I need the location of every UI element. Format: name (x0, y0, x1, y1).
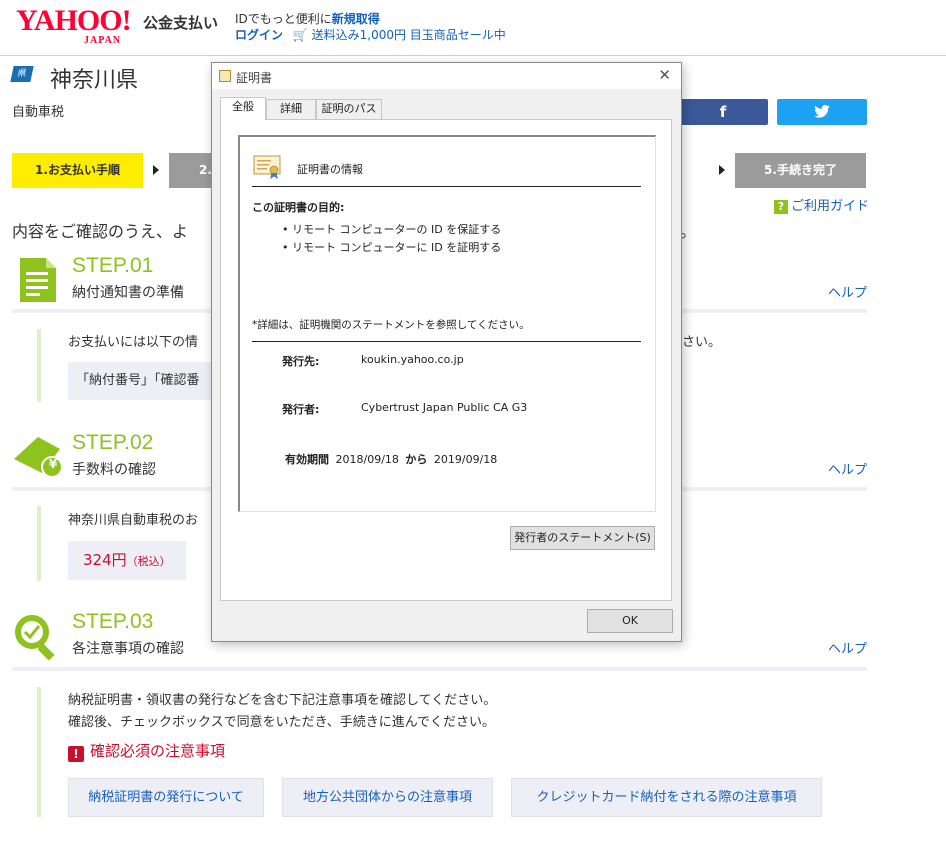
dialog-titlebar[interactable]: 証明書 ✕ (212, 63, 681, 89)
sale-link[interactable]: 送料込み1,000円 目玉商品セール中 (312, 28, 506, 42)
certificate-icon (253, 155, 281, 179)
intro-text: 内容をご確認のうえ、よ (12, 222, 189, 241)
exclamation-icon: ! (68, 746, 84, 762)
step-1-payment-procedure: 1.お支払い手順 (12, 153, 143, 188)
step01-text-tail: さい。 (682, 335, 722, 350)
step01-number: STEP.01 (72, 254, 154, 277)
required-notice-heading: ! 確認必須の注意事項 (68, 740, 225, 762)
credit-card-notice-button[interactable]: クレジットカード納付をされる際の注意事項 (511, 778, 822, 817)
magnifier-icon (15, 615, 55, 661)
twitter-share-button[interactable] (777, 99, 867, 125)
step01-help-link[interactable]: ヘルプ (828, 282, 867, 301)
statement-note: *詳細は、証明機関のステートメントを参照してください。 (252, 319, 530, 331)
ok-button[interactable]: OK (587, 609, 673, 633)
local-government-notice-button[interactable]: 地方公共団体からの注意事項 (282, 778, 493, 817)
logo-text: YAHOO! (16, 4, 132, 37)
step03-number: STEP.03 (72, 610, 154, 633)
cart-icon: 🛒 (292, 28, 308, 42)
step02-text: 神奈川県自動車税のお (68, 513, 199, 528)
issued-by-label: 発行者: (282, 403, 320, 416)
step01-info-box: 「納付番号」「確認番 (68, 362, 218, 400)
step03-divider (12, 667, 867, 671)
valid-from: 2018/09/18 (335, 453, 399, 466)
signup-link[interactable]: 新規取得 (332, 12, 380, 26)
step03-help-link[interactable]: ヘルプ (828, 638, 867, 657)
signup-promo: IDでもっと便利に新規取得 (235, 10, 380, 27)
step01-side-bar (37, 329, 41, 402)
yen-icon: ¥ (48, 457, 58, 471)
dialog-title: 証明書 (236, 71, 273, 85)
tax-name: 自動車税 (12, 105, 65, 120)
issued-to-value: koukin.yahoo.co.jp (361, 353, 464, 366)
note-divider (252, 341, 641, 342)
service-name[interactable]: 公金支払い (143, 12, 218, 33)
site-header: YAHOO! JAPAN 公金支払い IDでもっと便利に新規取得 ログイン 🛒 … (0, 0, 946, 56)
tax-certificate-notice-button[interactable]: 納税証明書の発行について (68, 778, 264, 817)
step02-side-bar (37, 506, 41, 581)
validity-period: 有効期間 2018/09/18 から 2019/09/18 (285, 451, 500, 467)
step-5-complete: 5.手続き完了 (735, 153, 866, 188)
issued-by-value: Cybertrust Japan Public CA G3 (361, 401, 528, 414)
tab-certification-path[interactable]: 証明のパス (316, 99, 382, 119)
usage-guide-link[interactable]: ? ご利用ガイド (774, 195, 869, 214)
fee-amount-box: 324円（税込） (68, 541, 186, 580)
step02-number: STEP.02 (72, 431, 154, 454)
step03-label: 各注意事項の確認 (72, 641, 184, 657)
yahoo-japan-logo[interactable]: YAHOO! JAPAN (16, 4, 140, 47)
valid-from-to-word: から (405, 453, 428, 466)
step03-text-line1: 納税証明書・領収書の発行などを含む下記注意事項を確認してください。 (68, 693, 497, 708)
fee-tax-note: （税込） (126, 555, 171, 568)
twitter-icon (814, 104, 830, 118)
general-tab-panel: 証明書の情報 この証明書の目的: • リモート コンピューターの ID を保証す… (220, 119, 672, 601)
signup-promo-text: IDでもっと便利に (235, 12, 332, 26)
step01-label: 納付通知書の準備 (72, 285, 184, 301)
valid-to: 2019/09/18 (433, 453, 498, 466)
issued-to-label: 発行先: (282, 355, 320, 368)
step03-text-line2: 確認後、チェックボックスで同意をいただき、手続きに進んでください。 (68, 715, 496, 730)
issuer-statement-button[interactable]: 発行者のステートメント(S) (510, 526, 655, 550)
page-title: 神奈川県 (50, 68, 139, 93)
step01-text: お支払いには以下の情 (68, 335, 199, 350)
heading-divider (252, 186, 641, 187)
logo-subtext: JAPAN (84, 35, 122, 46)
certificate-small-icon (219, 70, 231, 82)
facebook-icon: f (719, 103, 727, 121)
login-promo: ログイン 🛒 送料込み1,000円 目玉商品セール中 (235, 26, 506, 43)
certificate-info-heading: 証明書の情報 (297, 163, 363, 176)
close-icon[interactable]: ✕ (658, 66, 671, 84)
step02-help-link[interactable]: ヘルプ (828, 459, 867, 478)
validity-label: 有効期間 (285, 453, 329, 466)
login-link[interactable]: ログイン (235, 28, 283, 42)
step03-side-bar (37, 687, 41, 817)
purpose-item: • リモート コンピューターに ID を証明する (282, 241, 502, 254)
prefecture-emblem-icon: 県 (10, 66, 34, 82)
certificate-info-box: 証明書の情報 この証明書の目的: • リモート コンピューターの ID を保証す… (238, 135, 656, 512)
fee-amount: 324円 (83, 551, 127, 569)
facebook-share-button[interactable]: f (678, 99, 768, 125)
step-arrow-icon (153, 165, 159, 175)
help-question-icon: ? (774, 200, 788, 214)
intro-text-tail: 。 (680, 222, 697, 241)
usage-guide-label: ご利用ガイド (791, 199, 870, 214)
required-notice-label: 確認必須の注意事項 (90, 742, 226, 760)
step-arrow-icon (719, 165, 725, 175)
purpose-item: • リモート コンピューターの ID を保証する (282, 223, 502, 236)
tab-general[interactable]: 全般 (220, 97, 266, 120)
certificate-dialog: 証明書 ✕ 全般 詳細 証明のパス 証明書の情報 この証明書の目的: • リモー… (211, 62, 682, 642)
document-icon (20, 258, 56, 302)
tab-details[interactable]: 詳細 (266, 99, 316, 119)
step02-label: 手数料の確認 (72, 462, 156, 478)
purpose-title: この証明書の目的: (252, 201, 345, 214)
